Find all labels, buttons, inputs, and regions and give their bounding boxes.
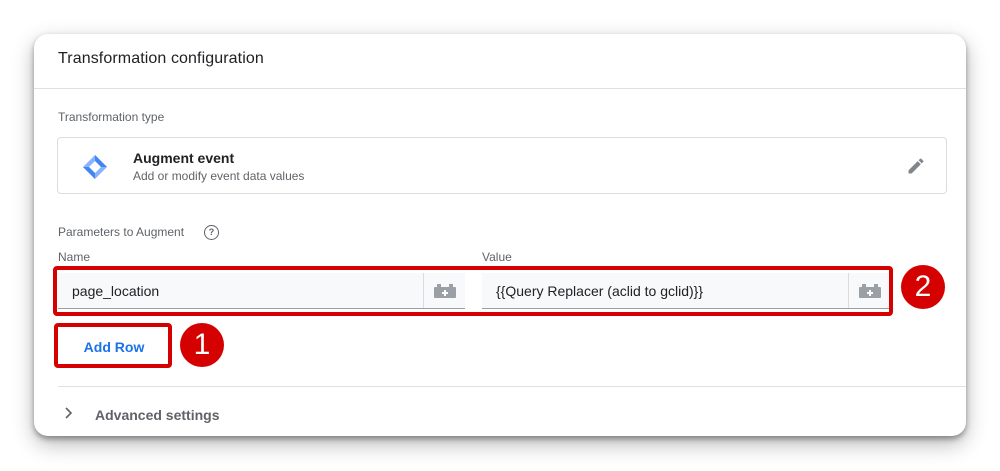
augment-event-icon	[83, 155, 107, 179]
transformation-type-selector[interactable]: Augment event Add or modify event data v…	[57, 137, 947, 194]
title-divider	[34, 88, 966, 89]
add-row-highlight	[54, 323, 172, 368]
transformation-configuration-card: Transformation configuration Transformat…	[34, 34, 966, 436]
transformation-type-label: Transformation type	[58, 110, 165, 124]
card-title: Transformation configuration	[58, 50, 264, 67]
chevron-right-icon[interactable]	[64, 407, 74, 419]
advanced-settings-toggle[interactable]: Advanced settings	[95, 407, 219, 423]
advanced-divider	[58, 386, 966, 387]
callout-1: 1	[180, 323, 224, 367]
parameters-label: Parameters to Augment	[58, 225, 185, 239]
transformation-type-name: Augment event	[133, 150, 235, 166]
transformation-type-description: Add or modify event data values	[133, 169, 305, 183]
help-circle-icon[interactable]: ?	[204, 225, 219, 240]
value-column-label: Value	[482, 250, 512, 264]
name-column-label: Name	[58, 250, 91, 264]
callout-2: 2	[901, 265, 945, 309]
parameter-row-highlight	[53, 266, 893, 316]
pencil-icon[interactable]	[906, 156, 926, 176]
